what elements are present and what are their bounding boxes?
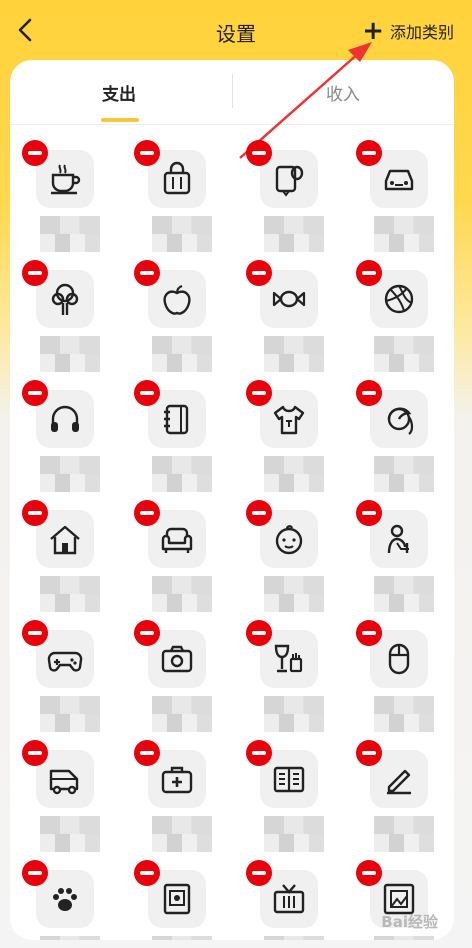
category-item[interactable]: [132, 140, 232, 264]
category-item[interactable]: [244, 380, 344, 504]
delete-category-button[interactable]: [22, 500, 48, 526]
category-label-pixelated: [40, 336, 100, 372]
delete-category-button[interactable]: [356, 260, 382, 286]
top-bar: 设置 + 添加类别: [0, 0, 472, 62]
watermark: Bai经验: [381, 913, 438, 931]
category-item[interactable]: [20, 380, 120, 504]
category-label-pixelated: [374, 696, 434, 732]
category-label-pixelated: [264, 576, 324, 612]
delete-category-button[interactable]: [134, 380, 160, 406]
delete-category-button[interactable]: [134, 740, 160, 766]
category-grid: [10, 140, 454, 940]
delete-category-button[interactable]: [246, 500, 272, 526]
category-item[interactable]: [244, 860, 344, 940]
delete-category-button[interactable]: [134, 260, 160, 286]
delete-category-button[interactable]: [134, 860, 160, 886]
category-label-pixelated: [264, 456, 324, 492]
category-label-pixelated: [264, 936, 324, 940]
delete-category-button[interactable]: [22, 380, 48, 406]
delete-category-button[interactable]: [22, 620, 48, 646]
category-label-pixelated: [264, 816, 324, 852]
delete-category-button[interactable]: [134, 500, 160, 526]
category-item[interactable]: [132, 260, 232, 384]
plus-icon: +: [362, 16, 384, 46]
category-label-pixelated: [152, 456, 212, 492]
category-item[interactable]: [132, 740, 232, 864]
category-item[interactable]: [354, 140, 454, 264]
delete-category-button[interactable]: [22, 140, 48, 166]
category-label-pixelated: [152, 816, 212, 852]
delete-category-button[interactable]: [356, 380, 382, 406]
category-label-pixelated: [40, 936, 100, 940]
category-label-pixelated: [40, 576, 100, 612]
category-label-pixelated: [152, 216, 212, 252]
delete-category-button[interactable]: [356, 140, 382, 166]
category-label-pixelated: [264, 216, 324, 252]
category-item[interactable]: [244, 740, 344, 864]
delete-category-button[interactable]: [134, 140, 160, 166]
category-item[interactable]: [20, 740, 120, 864]
category-item[interactable]: [354, 620, 454, 744]
category-item[interactable]: [244, 620, 344, 744]
add-category-button[interactable]: + 添加类别: [362, 16, 454, 46]
category-label-pixelated: [374, 456, 434, 492]
delete-category-button[interactable]: [22, 860, 48, 886]
active-tab-indicator: [101, 118, 139, 122]
delete-category-button[interactable]: [246, 860, 272, 886]
delete-category-button[interactable]: [246, 140, 272, 166]
delete-category-button[interactable]: [22, 740, 48, 766]
category-item[interactable]: [132, 380, 232, 504]
category-label-pixelated: [152, 696, 212, 732]
category-label-pixelated: [374, 336, 434, 372]
category-item[interactable]: [132, 620, 232, 744]
category-item[interactable]: [244, 260, 344, 384]
category-label-pixelated: [40, 696, 100, 732]
delete-category-button[interactable]: [246, 260, 272, 286]
category-label-pixelated: [40, 216, 100, 252]
delete-category-button[interactable]: [356, 620, 382, 646]
category-item[interactable]: [132, 500, 232, 624]
category-label-pixelated: [374, 576, 434, 612]
category-label-pixelated: [40, 456, 100, 492]
type-tabs: 支出 收入: [10, 60, 454, 125]
category-item[interactable]: [20, 860, 120, 940]
category-item[interactable]: [354, 260, 454, 384]
category-item[interactable]: [132, 860, 232, 940]
tab-income[interactable]: 收入: [326, 80, 360, 105]
delete-category-button[interactable]: [246, 740, 272, 766]
add-category-label: 添加类别: [389, 23, 454, 42]
category-label-pixelated: [264, 696, 324, 732]
category-item[interactable]: [20, 620, 120, 744]
category-label-pixelated: [264, 336, 324, 372]
category-label-pixelated: [40, 816, 100, 852]
delete-category-button[interactable]: [356, 860, 382, 886]
delete-category-button[interactable]: [246, 620, 272, 646]
category-label-pixelated: [374, 216, 434, 252]
tab-expense[interactable]: 支出: [102, 80, 136, 105]
delete-category-button[interactable]: [246, 380, 272, 406]
category-item[interactable]: [354, 740, 454, 864]
category-card: 支出 收入: [10, 60, 454, 940]
tab-divider: [232, 74, 233, 108]
category-item[interactable]: [244, 500, 344, 624]
category-item[interactable]: [20, 140, 120, 264]
category-item[interactable]: [354, 500, 454, 624]
category-item[interactable]: [20, 500, 120, 624]
delete-category-button[interactable]: [356, 740, 382, 766]
delete-category-button[interactable]: [22, 260, 48, 286]
category-label-pixelated: [374, 816, 434, 852]
category-item[interactable]: [20, 260, 120, 384]
category-label-pixelated: [152, 936, 212, 940]
category-label-pixelated: [152, 576, 212, 612]
category-item[interactable]: [354, 380, 454, 504]
category-label-pixelated: [152, 336, 212, 372]
delete-category-button[interactable]: [134, 620, 160, 646]
delete-category-button[interactable]: [356, 500, 382, 526]
category-item[interactable]: [244, 140, 344, 264]
category-label-pixelated: [374, 936, 434, 940]
